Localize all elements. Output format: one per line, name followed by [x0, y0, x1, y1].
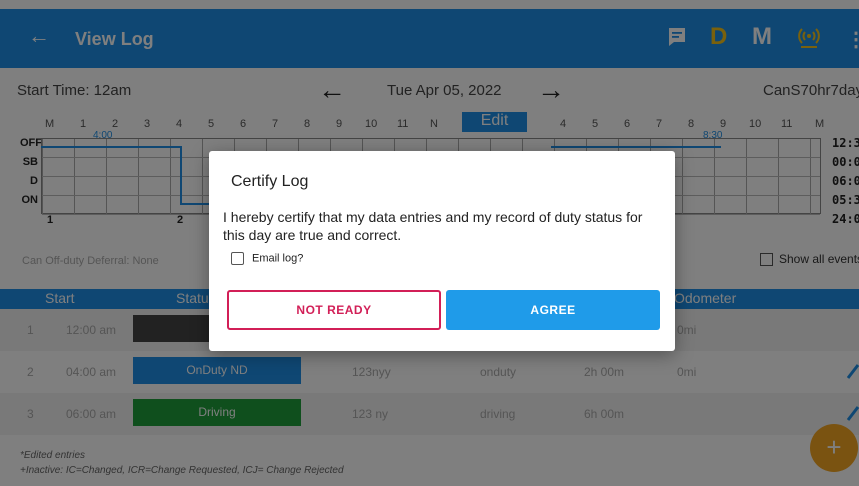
checkbox-icon[interactable] — [231, 252, 244, 265]
agree-button[interactable]: AGREE — [446, 290, 660, 330]
email-log-label: Email log? — [252, 252, 304, 265]
dialog-title: Certify Log — [231, 173, 309, 190]
dialog-message: I hereby certify that my data entries an… — [223, 209, 643, 243]
not-ready-button[interactable]: NOT READY — [227, 290, 441, 330]
email-log-checkbox[interactable]: Email log? — [231, 252, 303, 265]
certify-log-dialog: Certify Log I hereby certify that my dat… — [209, 151, 675, 351]
